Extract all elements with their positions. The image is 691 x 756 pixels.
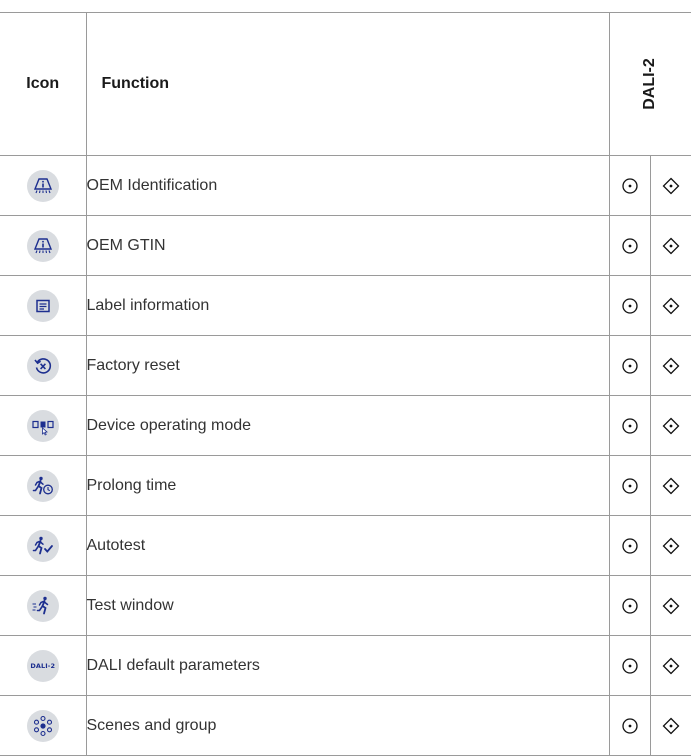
table-row: Scenes and group	[0, 695, 691, 756]
table-row: OEM GTIN	[0, 215, 691, 276]
diamond-dot-icon	[649, 215, 691, 276]
device-operating-mode-icon	[26, 409, 59, 442]
function-label: Factory reset	[85, 335, 610, 396]
circle-dot-icon	[608, 575, 651, 636]
circle-dot-icon	[608, 395, 651, 456]
table-row: Test window	[0, 575, 691, 636]
scenes-and-group-icon	[26, 709, 59, 742]
diamond-dot-icon	[649, 515, 691, 576]
function-label: OEM GTIN	[85, 215, 610, 276]
function-label: OEM Identification	[85, 155, 610, 216]
diamond-dot-icon	[649, 275, 691, 336]
table-row: Prolong time	[0, 455, 691, 516]
function-table: Icon Function DALI-2 OEM Identification …	[0, 12, 691, 756]
icon-column-header: Icon	[0, 12, 87, 156]
oem-identification-icon	[26, 169, 59, 202]
test-window-icon	[26, 589, 59, 622]
table-row: Factory reset	[0, 335, 691, 396]
dali-icon-text: DALI-2	[30, 661, 56, 670]
table-row: DALI-2 DALI default parameters	[0, 635, 691, 696]
diamond-dot-icon	[649, 455, 691, 516]
page: Icon Function DALI-2 OEM Identification …	[0, 0, 691, 756]
circle-dot-icon	[608, 275, 651, 336]
diamond-dot-icon	[649, 575, 691, 636]
function-label: Test window	[85, 575, 610, 636]
diamond-dot-icon	[649, 335, 691, 396]
diamond-dot-icon	[649, 155, 691, 216]
function-label: Prolong time	[85, 455, 610, 516]
dali-default-parameters-icon: DALI-2	[26, 649, 59, 682]
dali-column-header: DALI-2	[608, 12, 691, 156]
diamond-dot-icon	[649, 635, 691, 696]
function-label: Device operating mode	[85, 395, 610, 456]
dali-column-label: DALI-2	[641, 58, 659, 110]
table-row: OEM Identification	[0, 155, 691, 216]
label-information-icon	[26, 289, 59, 322]
circle-dot-icon	[608, 515, 651, 576]
oem-gtin-icon	[26, 229, 59, 262]
circle-dot-icon	[608, 215, 651, 276]
prolong-time-icon	[26, 469, 59, 502]
circle-dot-icon	[608, 695, 651, 756]
function-label: Label information	[85, 275, 610, 336]
diamond-dot-icon	[649, 695, 691, 756]
function-label: DALI default parameters	[85, 635, 610, 696]
table-row: Label information	[0, 275, 691, 336]
function-label: Scenes and group	[85, 695, 610, 756]
function-column-header: Function	[85, 12, 610, 156]
circle-dot-icon	[608, 335, 651, 396]
autotest-icon	[26, 529, 59, 562]
function-label: Autotest	[85, 515, 610, 576]
table-header-row: Icon Function DALI-2	[0, 12, 691, 156]
circle-dot-icon	[608, 635, 651, 696]
circle-dot-icon	[608, 155, 651, 216]
table-row: Autotest	[0, 515, 691, 576]
table-row: Device operating mode	[0, 395, 691, 456]
diamond-dot-icon	[649, 395, 691, 456]
circle-dot-icon	[608, 455, 651, 516]
factory-reset-icon	[26, 349, 59, 382]
